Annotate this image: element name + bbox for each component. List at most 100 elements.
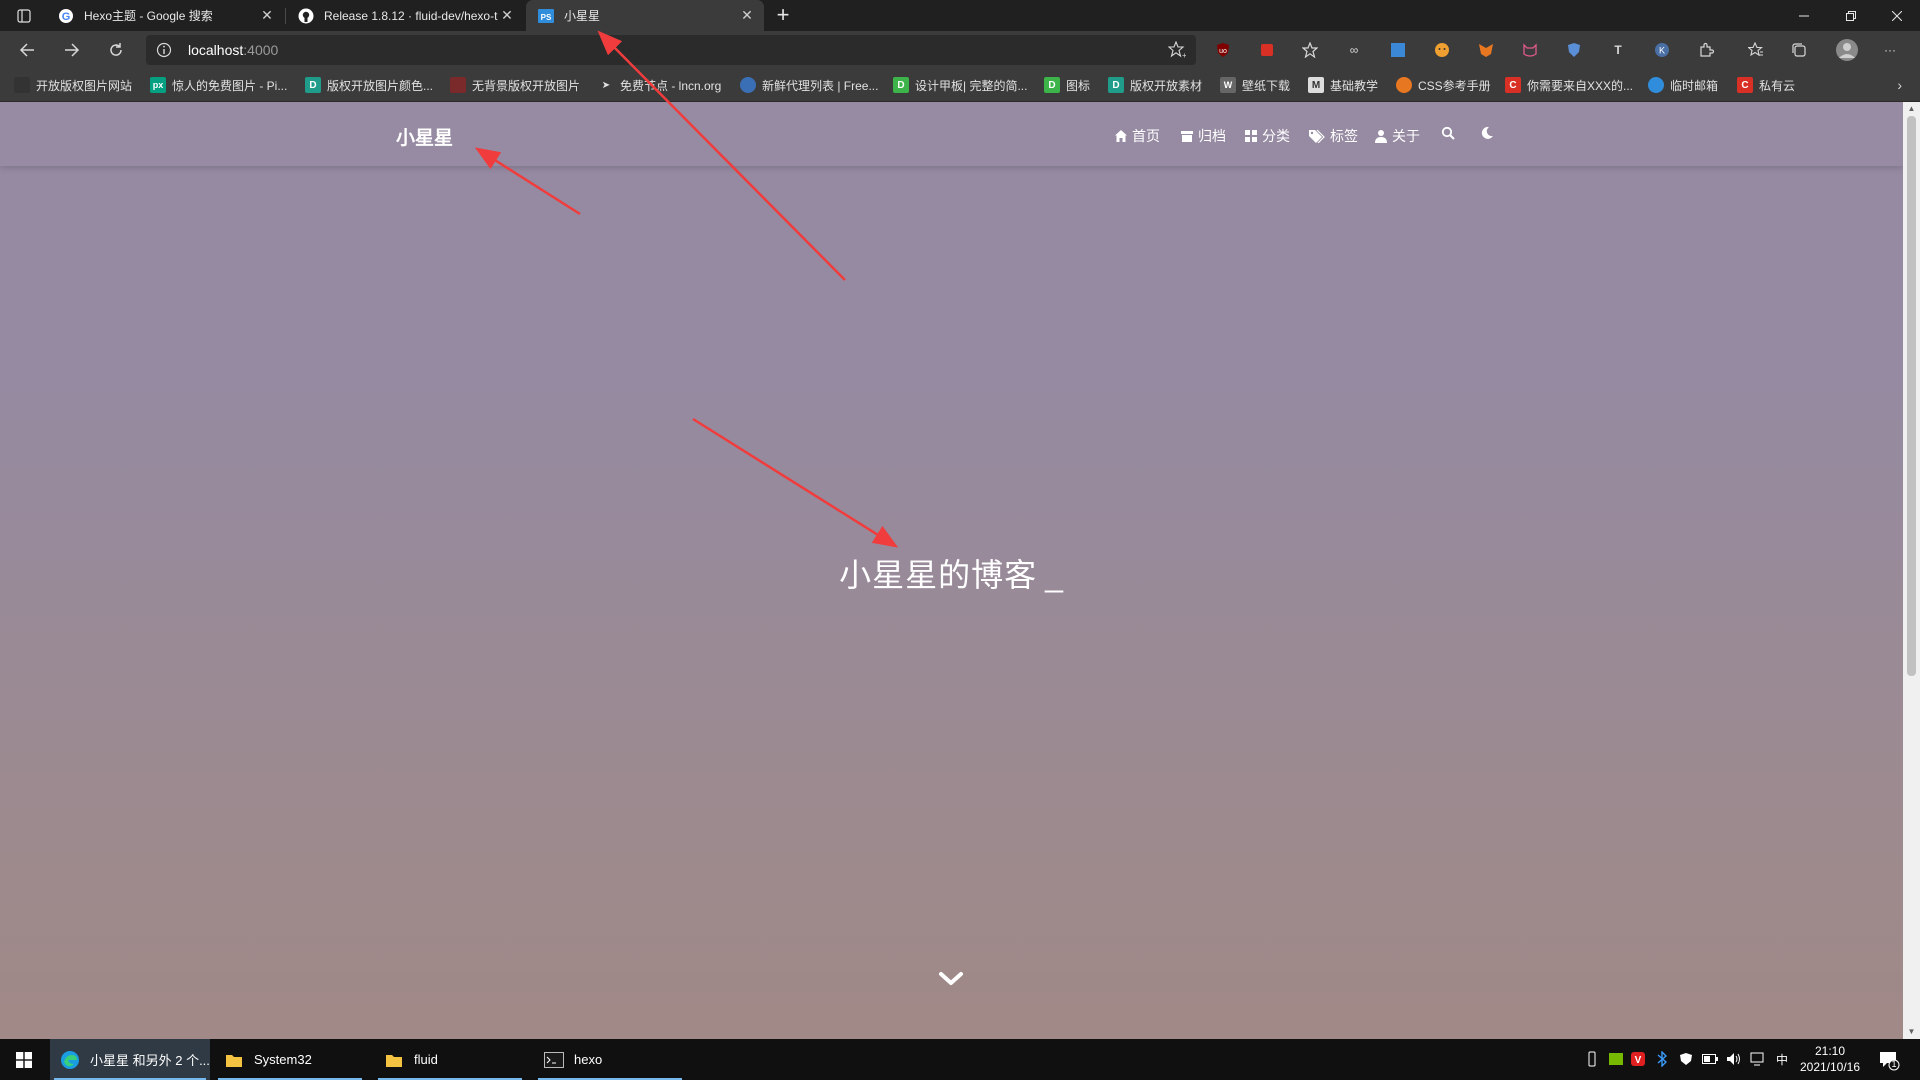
edge-icon xyxy=(60,1050,80,1070)
tab-google-search[interactable]: G Hexo主题 - Google 搜索 ✕ xyxy=(46,0,284,31)
bookmark-item[interactable]: ➤ 免费节点 - lncn.org xyxy=(598,77,722,93)
bookmark-item[interactable]: 新鲜代理列表 | Free... xyxy=(740,77,878,93)
bookmark-item[interactable]: D 版权开放素材 xyxy=(1108,77,1202,93)
close-icon[interactable]: ✕ xyxy=(500,8,514,22)
shield-extension-icon[interactable] xyxy=(1564,40,1584,60)
battery-icon[interactable] xyxy=(1702,1051,1718,1067)
antivirus-tray-icon[interactable]: V xyxy=(1630,1051,1646,1067)
tab-title: Release 1.8.12 · fluid-dev/hexo-t xyxy=(324,8,498,23)
profile-avatar[interactable] xyxy=(1834,37,1860,63)
bookmark-item[interactable]: CSS参考手册 xyxy=(1396,77,1491,93)
translate-extension-icon[interactable]: T xyxy=(1608,40,1628,60)
start-button[interactable] xyxy=(0,1039,48,1080)
nav-categories[interactable]: 分类 xyxy=(1244,126,1290,146)
system-clock[interactable]: 21:10 2021/10/16 xyxy=(1790,1043,1870,1075)
infinity-extension-icon[interactable]: ∞ xyxy=(1344,40,1364,60)
bookmark-item[interactable]: px 惊人的免费图片 - Pi... xyxy=(150,77,287,93)
extensions-puzzle-icon[interactable] xyxy=(1696,40,1716,60)
refresh-button[interactable] xyxy=(104,38,128,62)
terminal-icon xyxy=(544,1050,564,1070)
red-extension-icon[interactable] xyxy=(1257,40,1277,60)
windows-icon xyxy=(16,1051,32,1068)
bookmark-favicon: D xyxy=(1108,77,1124,93)
chevron-right-icon[interactable]: › xyxy=(1897,77,1902,93)
bookmark-item[interactable]: 开放版权图片网站 xyxy=(14,77,132,93)
favorites-icon[interactable] xyxy=(1746,40,1766,60)
k-extension-icon[interactable]: K xyxy=(1652,40,1672,60)
bookmark-item[interactable]: W 壁纸下载 xyxy=(1220,77,1290,93)
tab-github-release[interactable]: Release 1.8.12 · fluid-dev/hexo-t ✕ xyxy=(286,0,524,31)
bookmark-item[interactable]: M 基础教学 xyxy=(1308,77,1378,93)
security-tray-icon[interactable] xyxy=(1678,1051,1694,1067)
close-icon[interactable]: ✕ xyxy=(260,8,274,22)
site-brand[interactable]: 小星星 xyxy=(396,123,453,150)
address-bar[interactable]: localhost:4000 + xyxy=(146,35,1196,65)
scroll-down-arrow-icon[interactable]: ▼ xyxy=(1907,1028,1916,1036)
nav-home[interactable]: 首页 xyxy=(1114,126,1160,146)
bookmark-item[interactable]: C 你需要来自XXX的... xyxy=(1505,77,1633,93)
fox-extension-icon[interactable] xyxy=(1476,40,1496,60)
url-text[interactable]: localhost:4000 xyxy=(188,42,278,58)
tab-active-site[interactable]: PS 小星星 ✕ xyxy=(526,0,764,31)
cat-extension-icon[interactable] xyxy=(1520,40,1540,60)
home-icon xyxy=(1114,129,1128,143)
dark-mode-toggle[interactable] xyxy=(1480,126,1498,140)
bookmark-label: 版权开放图片颜色... xyxy=(327,78,434,93)
folder-icon xyxy=(384,1050,404,1070)
bookmark-item[interactable]: D 版权开放图片颜色... xyxy=(305,77,433,93)
nav-archives[interactable]: 归档 xyxy=(1180,126,1226,146)
back-button[interactable] xyxy=(15,38,39,62)
bookmark-favicon: D xyxy=(1044,77,1060,93)
notification-center-icon[interactable]: 1 xyxy=(1878,1049,1900,1071)
minimize-button[interactable] xyxy=(1781,0,1827,31)
ime-indicator[interactable]: 中 xyxy=(1774,1051,1790,1067)
scrollbar-thumb[interactable] xyxy=(1907,116,1916,676)
github-icon xyxy=(298,8,314,24)
svg-text:PS: PS xyxy=(541,13,552,22)
new-tab-button[interactable]: + xyxy=(772,4,794,26)
bookmark-item[interactable]: C 私有云 xyxy=(1737,77,1795,93)
nav-about[interactable]: 关于 xyxy=(1374,126,1420,146)
bluetooth-icon[interactable] xyxy=(1654,1051,1670,1067)
close-window-button[interactable] xyxy=(1874,0,1920,31)
search-button[interactable] xyxy=(1441,126,1459,140)
scroll-up-arrow-icon[interactable]: ▲ xyxy=(1907,105,1916,113)
add-favorite-icon[interactable]: + xyxy=(1167,40,1187,60)
usb-device-icon[interactable] xyxy=(1584,1051,1600,1067)
volume-icon[interactable] xyxy=(1726,1051,1742,1067)
bookmark-item[interactable]: 无背景版权开放图片 xyxy=(450,77,580,93)
bookmark-favicon: M xyxy=(1308,77,1324,93)
collections-icon[interactable] xyxy=(1789,40,1809,60)
bookmark-item[interactable]: 临时邮箱 xyxy=(1648,77,1718,93)
taskbar-app-label: fluid xyxy=(414,1052,438,1067)
bookmark-label: 你需要来自XXX的... xyxy=(1527,78,1634,93)
bookmark-item[interactable]: D 图标 xyxy=(1044,77,1090,93)
scroll-down-chevron-icon[interactable] xyxy=(938,970,964,988)
nav-tags[interactable]: 标签 xyxy=(1308,126,1358,146)
taskbar-app-edge[interactable]: 小星星 和另外 2 个... xyxy=(50,1039,210,1080)
close-icon[interactable]: ✕ xyxy=(740,8,754,22)
taskbar-app-fluid[interactable]: fluid xyxy=(374,1039,526,1080)
star-extension-icon[interactable] xyxy=(1300,40,1320,60)
bookmark-label: 壁纸下载 xyxy=(1242,78,1291,93)
page-scrollbar[interactable]: ▲ ▼ xyxy=(1903,102,1920,1039)
bookmark-favicon xyxy=(1396,77,1412,93)
site-info-icon[interactable] xyxy=(156,42,172,58)
tab-actions-icon[interactable] xyxy=(14,6,34,26)
bookmark-item[interactable]: D 设计甲板| 完整的简... xyxy=(893,77,1027,93)
taskbar-app-hexo[interactable]: hexo xyxy=(534,1039,686,1080)
blue-square-extension-icon[interactable] xyxy=(1388,40,1408,60)
network-icon[interactable] xyxy=(1750,1051,1766,1067)
nvidia-tray-icon[interactable] xyxy=(1608,1051,1624,1067)
face-extension-icon[interactable] xyxy=(1432,40,1452,60)
restore-button[interactable] xyxy=(1828,0,1874,31)
bookmark-favicon xyxy=(1648,77,1664,93)
forward-button[interactable] xyxy=(60,38,84,62)
ublock-extension-icon[interactable]: uo xyxy=(1213,40,1233,60)
more-menu-icon[interactable]: ··· xyxy=(1880,40,1900,60)
taskbar-app-system32[interactable]: System32 xyxy=(214,1039,366,1080)
bookmark-label: 新鲜代理列表 | Free... xyxy=(762,78,879,93)
taskbar-app-label: hexo xyxy=(574,1052,603,1067)
windows-taskbar: 小星星 和另外 2 个... System32 fluid hexo V 中 2… xyxy=(0,1039,1920,1080)
bookmark-label: 免费节点 - lncn.org xyxy=(620,78,722,93)
